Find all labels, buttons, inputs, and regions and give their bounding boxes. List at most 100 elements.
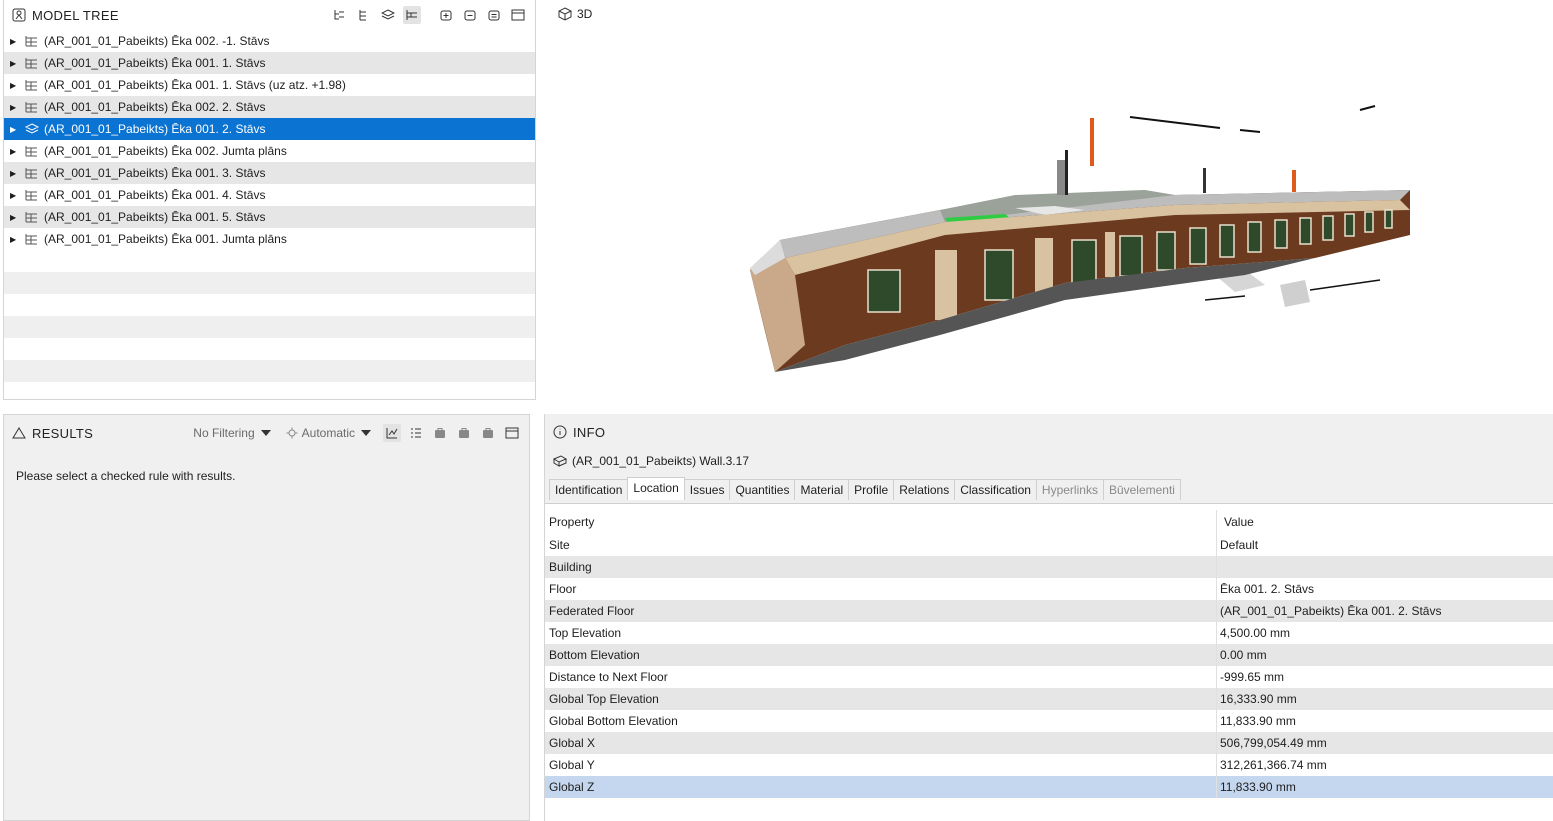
table-row[interactable]: Federated Floor (AR_001_01_Pabeikts) Ēka…: [545, 600, 1553, 622]
table-row-selected[interactable]: Global Z 11,833.90 mm: [545, 776, 1553, 798]
floor-icon: [24, 166, 40, 180]
panel-layout-icon[interactable]: [509, 6, 527, 24]
value-cell: Ēka 001. 2. Stāvs: [1220, 582, 1315, 596]
collapse-all-icon[interactable]: [461, 6, 479, 24]
tab-identification[interactable]: Identification: [549, 479, 629, 500]
tree-item-label: (AR_001_01_Pabeikts) Ēka 002. -1. Stāvs: [44, 34, 270, 48]
tree-item[interactable]: ▶ (AR_001_01_Pabeikts) Ēka 001. 3. Stāvs: [4, 162, 535, 184]
results-title: RESULTS: [32, 425, 94, 441]
expand-arrow-icon[interactable]: ▶: [10, 81, 20, 90]
tab-location[interactable]: Location: [627, 477, 685, 500]
tree-item[interactable]: ▶ (AR_001_01_Pabeikts) Ēka 002. 2. Stāvs: [4, 96, 535, 118]
value-cell: 16,333.90 mm: [1220, 692, 1297, 706]
table-row[interactable]: Global Y 312,261,366.74 mm: [545, 754, 1553, 776]
tab-material[interactable]: Material: [794, 479, 850, 500]
building-model[interactable]: [545, 0, 1553, 400]
tree-item-selected[interactable]: ▶ (AR_001_01_Pabeikts) Ēka 001. 2. Stāvs: [4, 118, 535, 140]
empty-row: [4, 316, 535, 338]
property-cell: Global Bottom Elevation: [545, 710, 1217, 732]
gear-icon: [285, 426, 299, 440]
tree-item[interactable]: ▶ (AR_001_01_Pabeikts) Ēka 001. 1. Stāvs: [4, 52, 535, 74]
value-cell: (AR_001_01_Pabeikts) Ēka 001. 2. Stāvs: [1220, 604, 1442, 618]
value-cell: [1217, 556, 1220, 578]
tab-classification[interactable]: Classification: [954, 479, 1037, 500]
results-list-icon[interactable]: [407, 424, 425, 442]
filter-dropdown[interactable]: No Filtering: [193, 426, 271, 440]
issue-bag-icon[interactable]: [431, 424, 449, 442]
panel-layout-icon[interactable]: [503, 424, 521, 442]
table-header: Property Value: [545, 504, 1553, 534]
expand-arrow-icon[interactable]: ▶: [10, 213, 20, 222]
property-cell: Floor: [545, 578, 1217, 600]
expand-arrow-icon[interactable]: ▶: [10, 103, 20, 112]
wall-icon: [553, 454, 567, 468]
value-cell: 4,500.00 mm: [1220, 626, 1291, 640]
table-row[interactable]: Top Elevation 4,500.00 mm: [545, 622, 1553, 644]
tree-hierarchy-icon[interactable]: [331, 6, 349, 24]
tree-floors-icon[interactable]: [403, 6, 421, 24]
table-row[interactable]: Global Bottom Elevation 11,833.90 mm: [545, 710, 1553, 732]
value-cell: 312,261,366.74 mm: [1220, 758, 1327, 772]
table-row[interactable]: Building: [545, 556, 1553, 578]
issue-bag-icon[interactable]: [479, 424, 497, 442]
tab-buvelementi[interactable]: Būvelementi: [1102, 479, 1181, 500]
expand-arrow-icon[interactable]: ▶: [10, 125, 20, 134]
column-header-property[interactable]: Property: [545, 510, 1217, 534]
table-row[interactable]: Floor Ēka 001. 2. Stāvs: [545, 578, 1553, 600]
table-row[interactable]: Bottom Elevation 0.00 mm: [545, 644, 1553, 666]
issue-bag-icon[interactable]: [455, 424, 473, 442]
expand-arrow-icon[interactable]: ▶: [10, 147, 20, 156]
property-cell: Building: [545, 556, 1217, 578]
floor-icon: [24, 188, 40, 202]
tree-item-label: (AR_001_01_Pabeikts) Ēka 002. Jumta plān…: [44, 144, 287, 158]
tab-issues[interactable]: Issues: [683, 479, 731, 500]
table-row[interactable]: Global Top Elevation 16,333.90 mm: [545, 688, 1553, 710]
property-cell: Site: [545, 534, 1217, 556]
info-tabs: Identification Location Issues Quantitie…: [549, 477, 1553, 500]
mode-dropdown-label: Automatic: [301, 426, 355, 440]
expand-all-icon[interactable]: [437, 6, 455, 24]
property-cell: Global Z: [545, 776, 1217, 798]
tree-item[interactable]: ▶ (AR_001_01_Pabeikts) Ēka 002. Jumta pl…: [4, 140, 535, 162]
tree-item[interactable]: ▶ (AR_001_01_Pabeikts) Ēka 002. -1. Stāv…: [4, 30, 535, 52]
tree-item[interactable]: ▶ (AR_001_01_Pabeikts) Ēka 001. Jumta pl…: [4, 228, 535, 250]
selected-element: (AR_001_01_Pabeikts) Wall.3.17: [545, 450, 1553, 472]
tree-layers-icon[interactable]: [379, 6, 397, 24]
tree-options-icon[interactable]: [485, 6, 503, 24]
tree-item[interactable]: ▶ (AR_001_01_Pabeikts) Ēka 001. 5. Stāvs: [4, 206, 535, 228]
tree-item[interactable]: ▶ (AR_001_01_Pabeikts) Ēka 001. 4. Stāvs: [4, 184, 535, 206]
tree-item[interactable]: ▶ (AR_001_01_Pabeikts) Ēka 001. 1. Stāvs…: [4, 74, 535, 96]
floor-icon: [24, 144, 40, 158]
expand-arrow-icon[interactable]: ▶: [10, 59, 20, 68]
expand-arrow-icon[interactable]: ▶: [10, 235, 20, 244]
selected-element-name: (AR_001_01_Pabeikts) Wall.3.17: [572, 454, 749, 468]
tab-hyperlinks[interactable]: Hyperlinks: [1035, 479, 1104, 500]
model-tree-title: MODEL TREE: [32, 7, 119, 23]
3d-viewport[interactable]: 3D: [545, 0, 1553, 400]
results-toolbar: No Filtering Automatic: [193, 424, 521, 442]
table-row[interactable]: Distance to Next Floor -999.65 mm: [545, 666, 1553, 688]
tab-relations[interactable]: Relations: [893, 479, 956, 500]
tree-item-label: (AR_001_01_Pabeikts) Ēka 001. 4. Stāvs: [44, 188, 266, 202]
floor-icon: [24, 210, 40, 224]
value-cell: 11,833.90 mm: [1220, 780, 1296, 794]
value-cell: 11,833.90 mm: [1220, 714, 1296, 728]
expand-arrow-icon[interactable]: ▶: [10, 191, 20, 200]
mode-dropdown[interactable]: Automatic: [285, 426, 371, 440]
chevron-down-icon: [361, 430, 371, 436]
empty-row: [4, 272, 535, 294]
table-row[interactable]: Site Default: [545, 534, 1553, 556]
model-tree-panel: MODEL TREE ▶ (AR_001_01_Pabeikts) Ēka 00…: [3, 0, 536, 400]
tree-item-label: (AR_001_01_Pabeikts) Ēka 001. 3. Stāvs: [44, 166, 266, 180]
model-tree-icon: [12, 8, 26, 22]
tab-profile[interactable]: Profile: [848, 479, 895, 500]
expand-arrow-icon[interactable]: ▶: [10, 169, 20, 178]
tree-item-label: (AR_001_01_Pabeikts) Ēka 001. 1. Stāvs: [44, 56, 266, 70]
expand-arrow-icon[interactable]: ▶: [10, 37, 20, 46]
tree-levels-icon[interactable]: [355, 6, 373, 24]
tab-quantities[interactable]: Quantities: [729, 479, 796, 500]
results-tree-icon[interactable]: [383, 424, 401, 442]
results-header: RESULTS No Filtering Automatic: [4, 415, 529, 451]
column-header-value[interactable]: Value: [1217, 510, 1254, 534]
table-row[interactable]: Global X 506,799,054.49 mm: [545, 732, 1553, 754]
